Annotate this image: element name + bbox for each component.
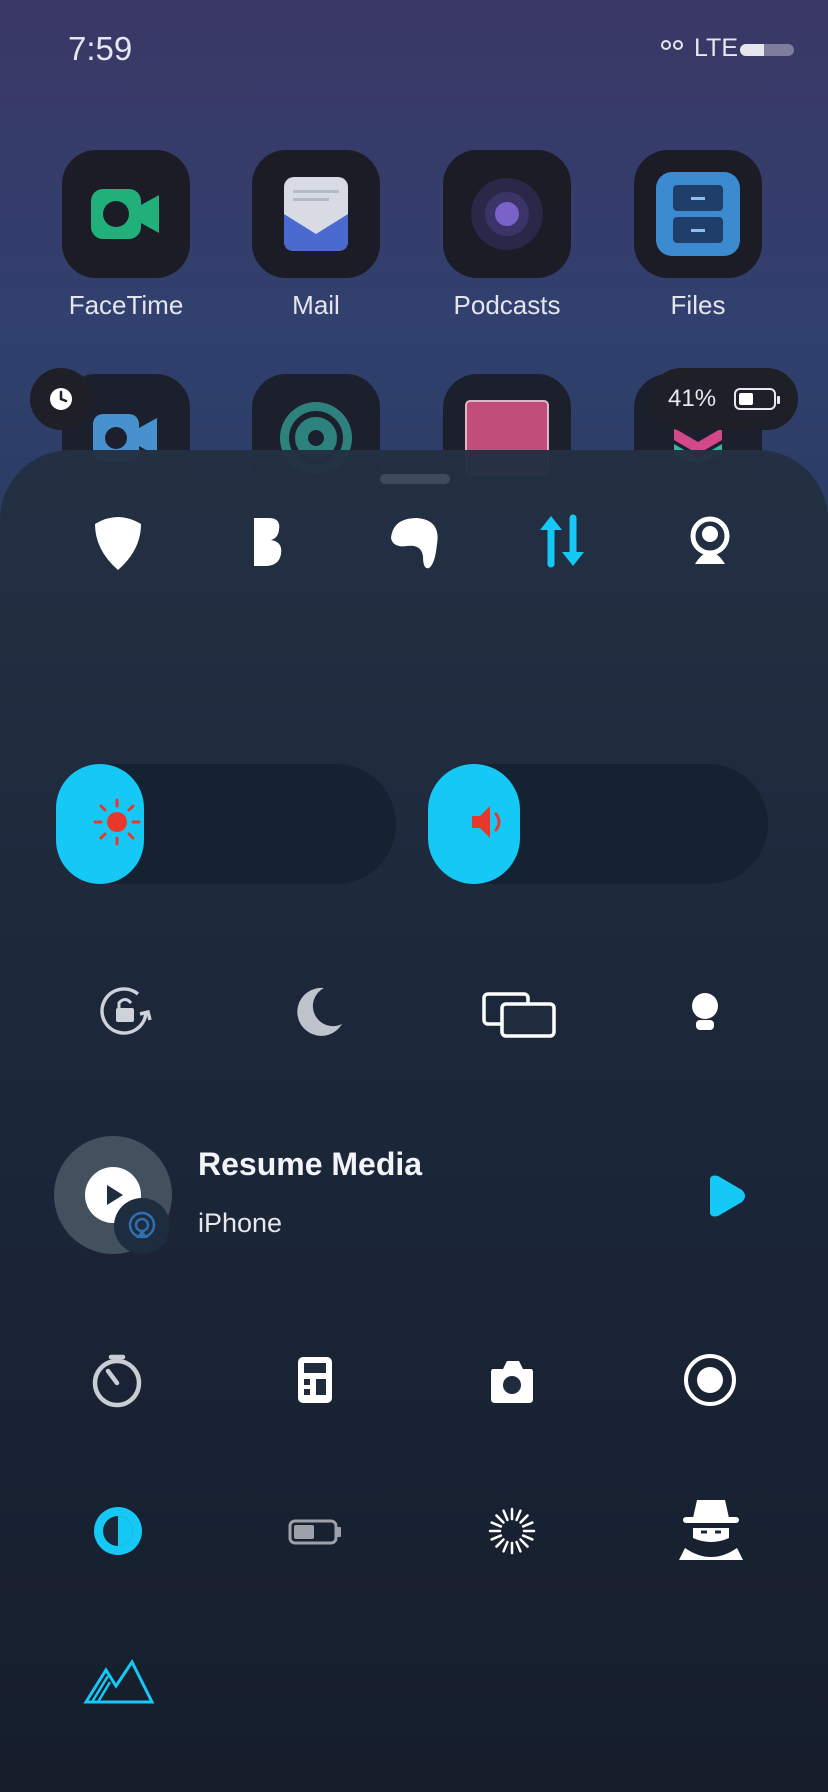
dark-mode-toggle[interactable]	[81, 1494, 155, 1568]
app-label: FaceTime	[68, 290, 184, 320]
clock-icon	[50, 388, 72, 410]
incognito-toggle[interactable]	[671, 1490, 751, 1570]
battery-icon	[734, 388, 780, 410]
airplay-icon	[128, 1211, 156, 1239]
low-power-toggle[interactable]	[278, 1494, 352, 1568]
loading-spinner-icon	[488, 1507, 536, 1555]
bubble-icon	[391, 518, 438, 569]
dark-mode-icon	[94, 1507, 142, 1555]
status-battery-icon	[740, 44, 794, 56]
guitar-pick-icon	[95, 517, 141, 570]
low-power-battery-icon	[288, 1519, 341, 1545]
media-title: Resume Media	[198, 1146, 423, 1182]
incognito-icon	[679, 1500, 743, 1560]
brightness-icon	[93, 798, 141, 846]
clock-badge	[30, 368, 92, 430]
spinner-tick	[521, 1521, 534, 1528]
bubble-toggle[interactable]	[377, 504, 451, 578]
media-play-button[interactable]	[702, 1172, 750, 1220]
calculator-toggle[interactable]	[278, 1343, 352, 1417]
camera-icon	[491, 1361, 533, 1403]
rotation-lock-icon	[100, 987, 152, 1035]
status-bar: 7:59 LTE	[0, 0, 828, 100]
spinner-tick	[490, 1534, 503, 1541]
brightness-slider[interactable]	[56, 764, 396, 884]
flashlight-toggle[interactable]	[668, 974, 742, 1048]
loading-toggle[interactable]	[475, 1494, 549, 1568]
screen-mirroring-icon	[482, 992, 556, 1038]
mail-icon	[284, 177, 348, 251]
spinner-tick	[515, 1540, 522, 1553]
spinner-tick	[519, 1538, 529, 1548]
play-icon	[710, 1175, 745, 1217]
network-type: LTE	[694, 34, 738, 62]
spinner-tick	[495, 1514, 505, 1524]
bold-b-icon	[254, 518, 282, 566]
moon-icon	[297, 987, 342, 1036]
data-arrows-icon	[540, 514, 584, 568]
spinner-tick	[490, 1521, 503, 1528]
calculator-icon	[298, 1357, 332, 1403]
battery-percent: 41%	[668, 385, 717, 412]
podcasts-icon	[471, 178, 543, 250]
speaker-icon	[472, 806, 501, 838]
spinner-tick	[515, 1509, 522, 1522]
spinner-tick	[519, 1514, 529, 1524]
facetime-icon	[91, 189, 159, 239]
spinner-tick	[495, 1538, 505, 1548]
status-time: 7:59	[68, 30, 133, 67]
personal-hotspot-icon	[690, 516, 730, 564]
camera-toggle[interactable]	[475, 1343, 549, 1417]
spinner-tick	[502, 1509, 509, 1522]
timer-toggle[interactable]	[80, 1343, 154, 1417]
media-artwork[interactable]	[54, 1136, 172, 1254]
app-label: Files	[670, 290, 726, 320]
data-arrows-toggle[interactable]	[525, 504, 599, 578]
screen-record-icon	[684, 1354, 736, 1406]
timer-icon	[92, 1354, 142, 1408]
battery-pill: 41%	[650, 368, 798, 430]
hotspot-toggle[interactable]	[673, 504, 747, 578]
app-label: Podcasts	[453, 290, 561, 320]
volume-slider[interactable]	[428, 764, 768, 884]
flashlight-icon	[692, 993, 718, 1030]
app-podcasts[interactable]: Podcasts	[443, 150, 571, 321]
files-icon	[656, 172, 740, 256]
screen-mirroring-toggle[interactable]	[474, 974, 564, 1048]
app-files[interactable]: Files	[634, 150, 762, 321]
spinner-tick	[502, 1540, 509, 1553]
airplay-badge[interactable]	[114, 1198, 170, 1254]
app-mail[interactable]: Mail	[252, 150, 380, 321]
app-label: Mail	[292, 290, 340, 320]
rotation-lock-toggle[interactable]	[88, 974, 162, 1048]
control-center-panel	[0, 450, 828, 1792]
bold-b-toggle[interactable]	[229, 504, 303, 578]
spinner-tick	[521, 1534, 534, 1541]
signal-dots-icon	[661, 40, 683, 50]
app-facetime[interactable]: FaceTime	[62, 150, 190, 321]
mountains-icon	[83, 1659, 155, 1704]
do-not-disturb-toggle[interactable]	[282, 974, 356, 1048]
screen-record-toggle[interactable]	[673, 1343, 747, 1417]
mountains-toggle[interactable]	[80, 1640, 160, 1720]
guitar-pick-toggle[interactable]	[81, 504, 155, 578]
media-device: iPhone	[198, 1208, 283, 1238]
panel-grabber[interactable]	[380, 474, 450, 484]
